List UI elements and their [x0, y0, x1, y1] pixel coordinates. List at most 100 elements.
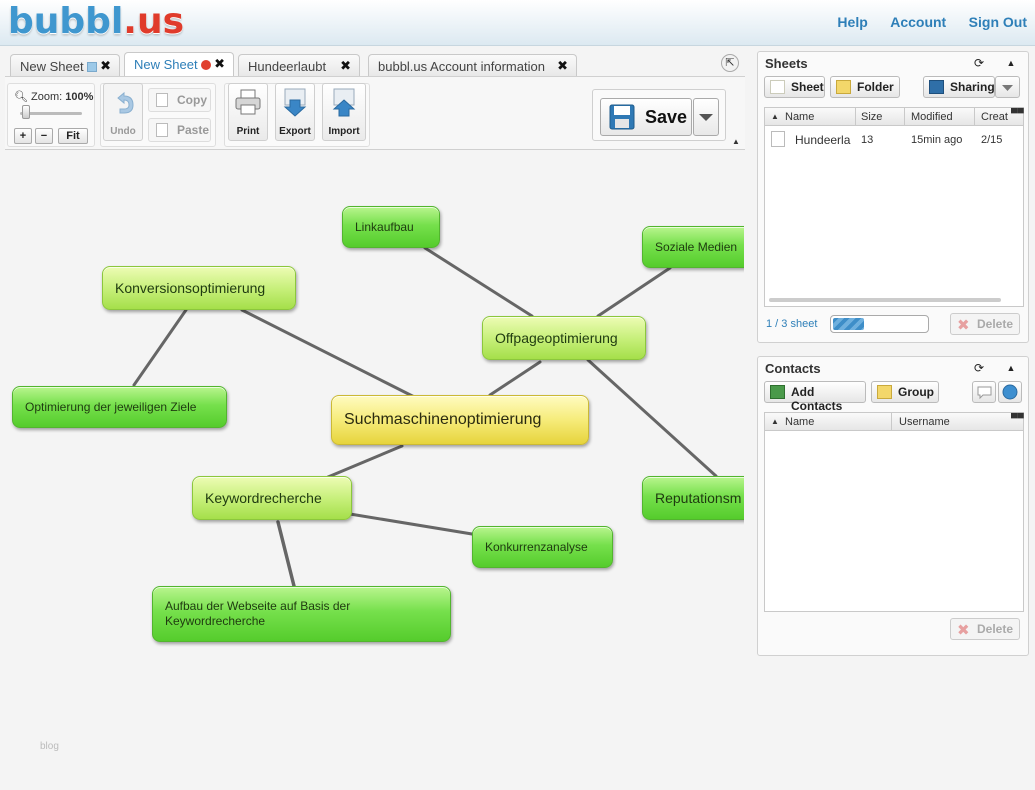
account-link[interactable]: Account	[890, 14, 946, 30]
collapse-panel-icon[interactable]: ▲	[1003, 55, 1019, 71]
delete-x-icon: ✖	[957, 317, 970, 334]
column-modified[interactable]: Modified	[911, 111, 953, 123]
app-header: bubbl.us Help Account Sign Out	[0, 0, 1035, 46]
close-tab-icon[interactable]: ✖	[340, 58, 351, 74]
group-folder-icon	[877, 385, 892, 399]
column-name[interactable]: Name	[785, 111, 814, 123]
connector-offpage-soziale	[596, 266, 672, 318]
contacts-table: ▲ Name Username ▀▀	[764, 412, 1024, 612]
delete-sheet-button[interactable]: ✖ Delete	[950, 313, 1020, 335]
connector-konversion-ziele	[132, 308, 188, 387]
save-options-dropdown[interactable]	[693, 98, 719, 136]
delete-contact-button[interactable]: ✖ Delete	[950, 618, 1020, 640]
save-group: Save	[592, 89, 726, 141]
new-group-button[interactable]: Group	[871, 381, 939, 403]
export-button[interactable]: Export	[275, 83, 315, 141]
undo-icon	[117, 91, 134, 114]
toolbar: 🔍︎ Zoom: 100% + − Fit Undo Copy Paste Pr…	[5, 76, 745, 150]
quota-progress-bar	[830, 315, 929, 333]
node-soziale-medien[interactable]: Soziale Medien	[642, 226, 744, 268]
undo-button[interactable]: Undo	[103, 83, 143, 141]
column-name[interactable]: Name	[785, 416, 814, 428]
contacts-title: Contacts	[765, 361, 821, 376]
refresh-icon[interactable]: ⟳	[971, 360, 987, 376]
node-linkaufbau[interactable]: Linkaufbau	[342, 206, 440, 248]
bubblus-logo[interactable]: bubbl.us	[8, 2, 184, 42]
copy-button[interactable]: Copy	[148, 88, 211, 112]
save-button[interactable]: Save	[600, 98, 692, 136]
tab-hundeerlaubt[interactable]: Hundeerlaubt ✖	[238, 54, 360, 76]
online-status-icon	[1002, 384, 1018, 400]
node-konversionsoptimierung[interactable]: Konversionsoptimierung	[102, 266, 296, 310]
collapse-toolbar-icon[interactable]: ▲	[732, 137, 740, 146]
contacts-table-header: ▲ Name Username ▀▀	[765, 413, 1024, 431]
sheets-table: ▲ Name Size Modified Creat ▀▀ Hundeerla …	[764, 107, 1024, 307]
zoom-in-button[interactable]: +	[14, 128, 32, 144]
node-suchmaschinenoptimierung[interactable]: Suchmaschinenoptimierung	[331, 395, 589, 445]
import-icon	[332, 88, 356, 117]
column-created[interactable]: Creat	[981, 111, 1008, 123]
zoom-slider-handle[interactable]	[22, 105, 30, 119]
chat-button[interactable]	[972, 381, 996, 403]
sheet-file-icon	[771, 131, 785, 147]
sharing-button[interactable]: Sharing	[923, 76, 995, 98]
zoom-out-button[interactable]: −	[35, 128, 53, 144]
tab-new-sheet-1[interactable]: New Sheet ✖	[10, 54, 120, 76]
delete-x-icon: ✖	[957, 622, 970, 639]
new-sheet-button[interactable]: Sheet	[764, 76, 825, 98]
sign-out-link[interactable]: Sign Out	[969, 14, 1027, 30]
node-reputationsmanagement[interactable]: Reputationsm	[642, 476, 744, 520]
tab-new-sheet-2[interactable]: New Sheet ✖	[124, 52, 234, 76]
column-menu-icon[interactable]: ▀▀	[1011, 108, 1024, 118]
collapse-panel-icon[interactable]: ▲	[1003, 360, 1019, 376]
contacts-panel: Contacts ⟳ ▲ Add Contacts Group ▲ Name U…	[757, 356, 1029, 656]
sheets-title: Sheets	[765, 56, 808, 71]
sharing-dropdown[interactable]	[995, 76, 1020, 98]
fullscreen-toggle-icon[interactable]: ⇱	[721, 54, 739, 72]
printer-icon	[235, 89, 261, 115]
refresh-icon[interactable]: ⟳	[971, 55, 987, 71]
new-folder-button[interactable]: Folder	[830, 76, 900, 98]
sheets-panel: Sheets ⟳ ▲ Sheet Folder Sharing ▲ Name S…	[757, 51, 1029, 343]
sort-asc-icon: ▲	[771, 112, 779, 121]
help-link[interactable]: Help	[837, 14, 867, 30]
unsaved-square-icon	[86, 62, 97, 72]
connector-offpage-linkaufbau	[423, 246, 534, 318]
column-menu-icon[interactable]: ▀▀	[1011, 413, 1024, 423]
speech-bubble-icon	[977, 386, 992, 400]
sheet-count: 1 / 3 sheet	[766, 318, 818, 330]
horizontal-scrollbar[interactable]	[769, 298, 1001, 302]
zoom-controls: 🔍︎ Zoom: 100% + − Fit	[7, 83, 95, 147]
connector-keyword-aufbau	[276, 520, 296, 588]
import-button[interactable]: Import	[322, 83, 366, 141]
tab-account-information[interactable]: bubbl.us Account information ✖	[368, 54, 577, 76]
top-navigation: Help Account Sign Out	[819, 14, 1027, 32]
mindmap-canvas[interactable]: Konversionsoptimierung Optimierung der j…	[0, 152, 744, 790]
node-aufbau-webseite[interactable]: Aufbau der Webseite auf Basis der Keyword…	[152, 586, 451, 642]
floppy-disk-icon	[609, 104, 635, 130]
connector-center-offpage	[488, 360, 542, 397]
connector-keyword-konkurrenz	[348, 512, 474, 536]
column-size[interactable]: Size	[861, 111, 882, 123]
paste-button[interactable]: Paste	[148, 118, 211, 142]
add-contacts-button[interactable]: Add Contacts	[764, 381, 866, 413]
print-button[interactable]: Print	[228, 83, 268, 141]
node-optimierung-ziele[interactable]: Optimierung der jeweiligen Ziele	[12, 386, 227, 428]
close-tab-icon[interactable]: ✖	[214, 56, 225, 72]
sheets-table-header: ▲ Name Size Modified Creat ▀▀	[765, 108, 1024, 126]
table-row[interactable]: Hundeerla 13 15min ago 2/15	[765, 128, 1023, 152]
node-keywordrecherche[interactable]: Keywordrecherche	[192, 476, 352, 520]
fit-button[interactable]: Fit	[58, 128, 88, 144]
node-offpageoptimierung[interactable]: Offpageoptimierung	[482, 316, 646, 360]
zoom-value: 100%	[65, 91, 94, 103]
magnifier-icon: 🔍︎	[14, 91, 28, 103]
close-tab-icon[interactable]: ✖	[557, 58, 568, 74]
copy-icon	[156, 93, 168, 107]
close-tab-icon[interactable]: ✖	[100, 58, 111, 74]
modified-dot-icon	[200, 60, 211, 70]
status-button[interactable]	[998, 381, 1022, 403]
folder-icon	[836, 80, 851, 94]
column-username[interactable]: Username	[899, 416, 950, 428]
connector-offpage-reputation	[586, 358, 718, 478]
node-konkurrenzanalyse[interactable]: Konkurrenzanalyse	[472, 526, 613, 568]
